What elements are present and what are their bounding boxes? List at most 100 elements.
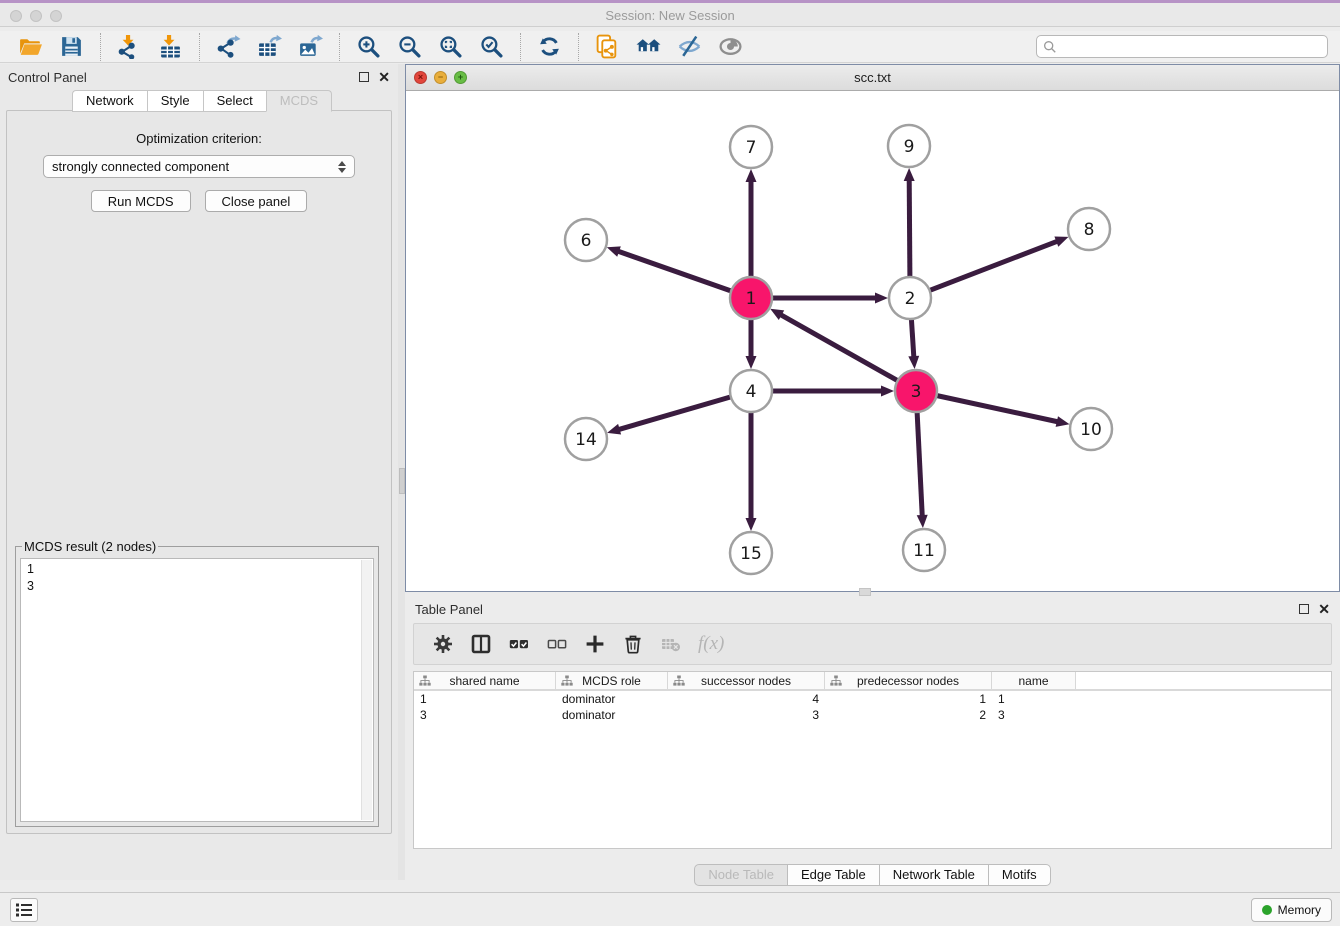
tree-icon — [673, 675, 685, 687]
export-image-icon[interactable] — [297, 33, 324, 60]
graph-edge-3-10[interactable] — [937, 396, 1059, 423]
search-field[interactable] — [1036, 35, 1328, 58]
import-table-icon[interactable] — [157, 33, 184, 60]
zoom-icon[interactable]: + — [454, 71, 467, 84]
optimization-criterion-label: Optimization criterion: — [7, 131, 391, 146]
float-panel-icon[interactable] — [359, 72, 369, 82]
task-history-button[interactable] — [10, 898, 38, 922]
main-toolbar — [0, 31, 1340, 63]
export-table-icon[interactable] — [256, 33, 283, 60]
horizontal-splitter-grip[interactable] — [859, 588, 871, 596]
search-input[interactable] — [1057, 40, 1321, 54]
table-cell[interactable]: 3 — [668, 707, 825, 723]
control-panel: Control Panel ✕ NetworkStyleSelectMCDS O… — [0, 64, 398, 880]
table-panel: Table Panel ✕ f(x) shared nameMCDS roles… — [405, 597, 1340, 890]
column-header-shared-name[interactable]: shared name — [414, 672, 556, 689]
table-cell[interactable]: 2 — [825, 707, 992, 723]
table-cell[interactable]: dominator — [556, 707, 668, 723]
trash-icon[interactable] — [621, 632, 645, 656]
scrollbar-track[interactable] — [361, 560, 372, 820]
graph-node-label: 3 — [911, 382, 922, 402]
table-cell[interactable]: 4 — [668, 691, 825, 707]
table-cell[interactable]: 3 — [414, 707, 556, 723]
network-canvas[interactable]: 7968124314101511 — [406, 91, 1339, 591]
table-row[interactable]: 1dominator411 — [414, 691, 1331, 707]
add-icon[interactable] — [583, 632, 607, 656]
tab-select[interactable]: Select — [203, 90, 266, 112]
tab-edge-table[interactable]: Edge Table — [787, 864, 879, 886]
select-all-icon[interactable] — [507, 632, 531, 656]
open-session-icon[interactable] — [17, 33, 44, 60]
tab-node-table[interactable]: Node Table — [694, 864, 787, 886]
tab-network-table[interactable]: Network Table — [879, 864, 988, 886]
column-header-successor-nodes[interactable]: successor nodes — [668, 672, 825, 689]
graph-node-label: 15 — [740, 544, 762, 564]
refresh-icon[interactable] — [536, 33, 563, 60]
close-panel-icon[interactable]: ✕ — [1318, 604, 1330, 614]
table-cell[interactable]: 1 — [414, 691, 556, 707]
first-neighbors-icon[interactable] — [635, 33, 662, 60]
network-window-titlebar[interactable]: × − + scc.txt — [406, 65, 1339, 91]
zoom-fit-icon[interactable] — [437, 33, 464, 60]
graph-node-label: 6 — [581, 231, 592, 251]
graph-edge-2-8[interactable] — [930, 241, 1059, 291]
minimize-icon[interactable]: − — [434, 71, 447, 84]
graph-edge-2-3[interactable] — [911, 319, 914, 358]
hide-selected-icon[interactable] — [676, 33, 703, 60]
toolbar-separator — [199, 33, 200, 61]
graph-edge-3-11[interactable] — [917, 412, 922, 517]
table-cell[interactable]: 3 — [992, 707, 1076, 723]
deselect-all-icon[interactable] — [545, 632, 569, 656]
splitter-grip[interactable] — [399, 468, 405, 494]
graph-node-label: 7 — [746, 138, 757, 158]
show-all-icon[interactable] — [717, 33, 744, 60]
mcds-panel: Optimization criterion: strongly connect… — [6, 110, 392, 834]
save-session-icon[interactable] — [58, 33, 85, 60]
toolbar-separator — [520, 33, 521, 61]
close-icon[interactable]: × — [414, 71, 427, 84]
table-row[interactable]: 3dominator323 — [414, 707, 1331, 723]
graph-arrowhead — [904, 168, 915, 181]
tab-network[interactable]: Network — [72, 90, 147, 112]
gear-icon[interactable] — [431, 632, 455, 656]
graph-arrowhead — [746, 356, 757, 369]
search-icon — [1043, 40, 1057, 54]
graph-arrowhead — [607, 424, 621, 435]
graph-arrowhead — [881, 386, 894, 397]
column-header-MCDS-role[interactable]: MCDS role — [556, 672, 668, 689]
table-cell[interactable]: 1 — [825, 691, 992, 707]
graph-edge-2-9[interactable] — [909, 179, 910, 277]
mcds-result-item[interactable]: 3 — [27, 578, 367, 595]
optimization-criterion-select[interactable]: strongly connected component — [43, 155, 355, 178]
zoom-in-icon[interactable] — [355, 33, 382, 60]
zoom-out-icon[interactable] — [396, 33, 423, 60]
tab-style[interactable]: Style — [147, 90, 203, 112]
table-body: 1dominator4113dominator323 — [414, 691, 1331, 723]
close-panel-icon[interactable]: ✕ — [378, 72, 390, 82]
toolbar-separator — [100, 33, 101, 61]
graph-edge-1-6[interactable] — [617, 251, 731, 291]
mcds-result-item[interactable]: 1 — [27, 561, 367, 578]
column-header-predecessor-nodes[interactable]: predecessor nodes — [825, 672, 992, 689]
function-builder-icon[interactable]: f(x) — [698, 633, 724, 655]
float-panel-icon[interactable] — [1299, 604, 1309, 614]
zoom-selected-icon[interactable] — [478, 33, 505, 60]
memory-button[interactable]: Memory — [1251, 898, 1332, 922]
close-panel-button[interactable]: Close panel — [205, 190, 308, 212]
delete-table-icon[interactable] — [659, 632, 683, 656]
clone-network-icon[interactable] — [594, 33, 621, 60]
graph-edge-4-14[interactable] — [618, 397, 731, 430]
column-header-name[interactable]: name — [992, 672, 1076, 689]
graph-edge-3-1[interactable] — [780, 314, 898, 381]
tab-motifs[interactable]: Motifs — [988, 864, 1051, 886]
vertical-splitter[interactable] — [398, 64, 405, 880]
network-view-window: × − + scc.txt 7968124314101511 — [405, 64, 1340, 592]
mcds-result-list[interactable]: 13 — [20, 558, 374, 822]
import-network-icon[interactable] — [116, 33, 143, 60]
export-network-icon[interactable] — [215, 33, 242, 60]
run-mcds-button[interactable]: Run MCDS — [91, 190, 191, 212]
columns-icon[interactable] — [469, 632, 493, 656]
tab-mcds[interactable]: MCDS — [266, 90, 332, 112]
table-cell[interactable]: dominator — [556, 691, 668, 707]
table-cell[interactable]: 1 — [992, 691, 1076, 707]
